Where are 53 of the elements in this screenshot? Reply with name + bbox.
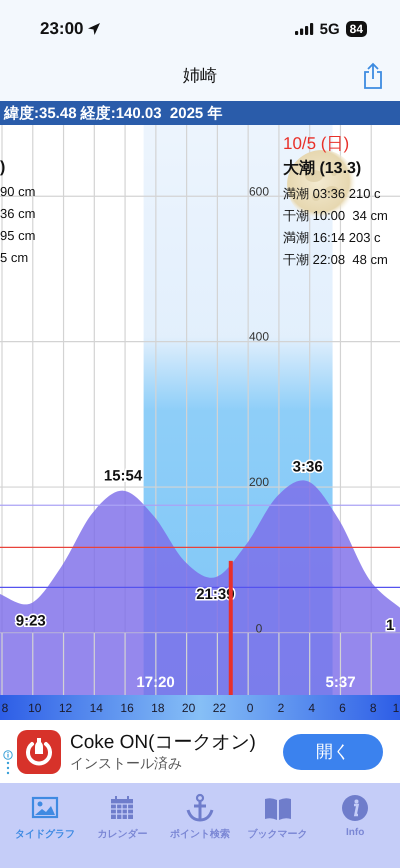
hour-tick-label: 0 bbox=[246, 701, 254, 715]
anchor-icon bbox=[184, 793, 215, 823]
tide-time-label: 3:36 bbox=[292, 458, 323, 476]
tab[interactable]: タイドグラフ bbox=[6, 783, 84, 868]
hour-tick-label: 6 bbox=[339, 701, 346, 715]
app-icon bbox=[17, 730, 61, 774]
y-tick-label: 400 bbox=[248, 330, 270, 344]
tide-name: ) bbox=[0, 158, 6, 178]
tab[interactable]: ブックマーク bbox=[238, 783, 316, 868]
open-button[interactable]: 開く bbox=[283, 734, 383, 770]
location-arrow-icon bbox=[87, 22, 102, 36]
tide-time-label: 1 bbox=[386, 616, 394, 634]
tab[interactable]: カレンダー bbox=[84, 783, 162, 868]
hour-tick-label: 22 bbox=[212, 701, 226, 715]
tide-entry: 5 cm bbox=[0, 249, 30, 267]
tide-entry: 満潮 03:36 210 c bbox=[283, 185, 382, 203]
hour-tick-label: 1 bbox=[392, 701, 400, 715]
hour-tick-label: 10 bbox=[28, 701, 42, 715]
battery-level: 84 bbox=[346, 21, 367, 37]
tide-entry: 90 cm bbox=[0, 183, 36, 201]
tab[interactable]: ポイント検索 bbox=[161, 783, 239, 868]
hour-tick-label: 14 bbox=[90, 701, 103, 715]
y-tick-label: 200 bbox=[248, 475, 270, 490]
signal-icon bbox=[294, 23, 314, 35]
nav-title: 姉崎 bbox=[183, 65, 217, 87]
hour-tick-label: 16 bbox=[120, 701, 134, 715]
y-tick-label: 0 bbox=[256, 621, 262, 636]
ad-info-icon[interactable] bbox=[3, 750, 13, 776]
ad-title: Coke ON(コークオン) bbox=[70, 730, 257, 754]
share-icon[interactable] bbox=[362, 62, 384, 90]
hour-tick-label: 20 bbox=[182, 701, 196, 715]
tide-time-label: 9:23 bbox=[16, 612, 46, 630]
tide-name: 大潮 (13.3) bbox=[283, 158, 362, 179]
date-label: 10/5 (日) bbox=[283, 133, 350, 155]
tab[interactable]: Info bbox=[316, 783, 394, 868]
ad-subtitle: インストール済み bbox=[70, 754, 183, 772]
tide-entry: 干潮 22:08 48 cm bbox=[283, 251, 388, 269]
tide-time-label: 15:54 bbox=[104, 468, 142, 485]
status-time: 23:00 bbox=[40, 19, 84, 39]
y-tick-label: 600 bbox=[248, 184, 270, 198]
info-icon bbox=[340, 793, 370, 823]
tide-entry: 36 cm bbox=[0, 205, 36, 223]
network-label: 5G bbox=[320, 20, 340, 38]
location-text: 緯度:35.48 経度:140.03 2025 年 bbox=[4, 104, 222, 122]
tide-entry: 95 cm bbox=[0, 227, 36, 245]
hour-tick-label: 4 bbox=[308, 701, 316, 715]
hour-tick-label: 2 bbox=[278, 701, 284, 715]
hour-tick-label: 18 bbox=[151, 701, 165, 715]
hour-tick-label: 8 bbox=[370, 701, 377, 715]
hour-tick-label: 12 bbox=[58, 701, 72, 715]
tide-entry: 満潮 16:14 203 c bbox=[283, 229, 382, 247]
hour-tick-label: 8 bbox=[2, 701, 8, 715]
tide-entry: 干潮 10:00 34 cm bbox=[283, 207, 388, 225]
